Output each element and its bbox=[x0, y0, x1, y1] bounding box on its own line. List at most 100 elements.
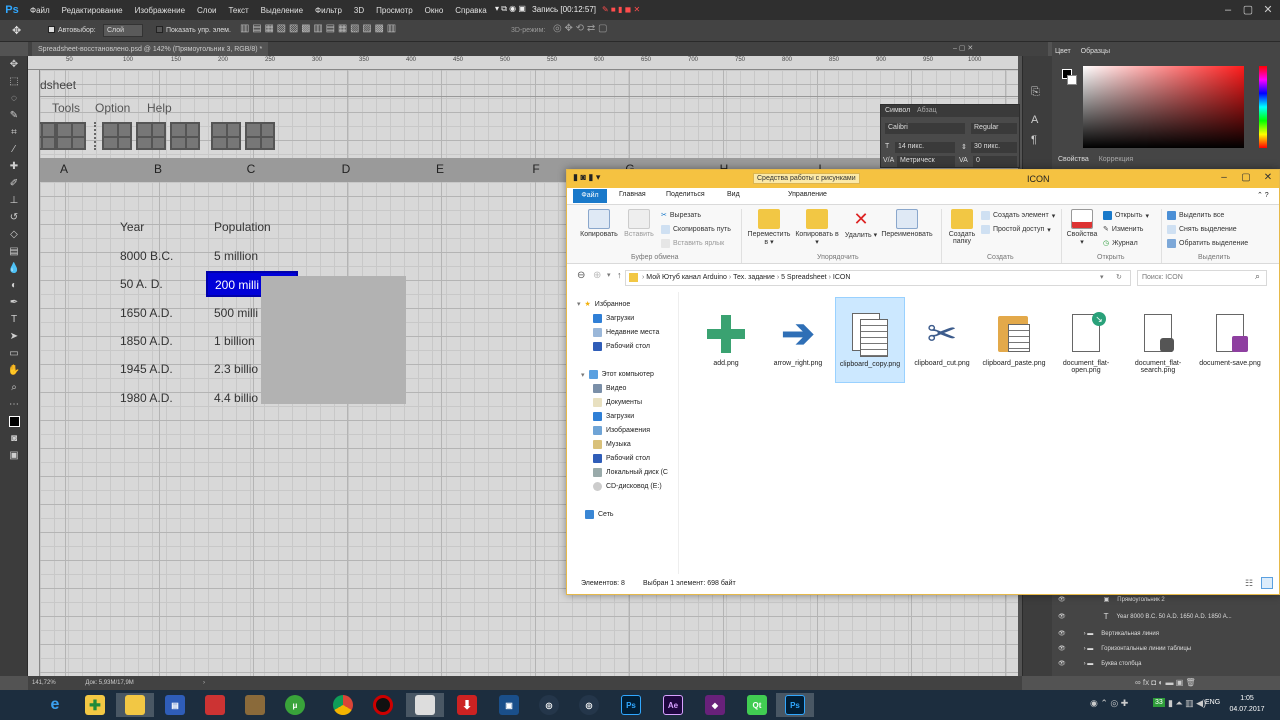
doc-window-controls-icon[interactable]: – ▢ ✕ bbox=[953, 42, 973, 56]
minimize-icon[interactable]: – bbox=[1218, 0, 1238, 20]
autoselect-checkbox[interactable] bbox=[48, 26, 55, 33]
menu-window[interactable]: Окно bbox=[419, 6, 450, 15]
color-spectrum-picker[interactable] bbox=[1083, 66, 1244, 148]
type-tool-icon[interactable]: T bbox=[0, 311, 28, 328]
nav-item[interactable]: Загрузки bbox=[593, 412, 634, 421]
layer-row[interactable]: 👁 › ▬ Горизонтальные линии таблицы bbox=[1058, 641, 1273, 656]
visibility-eye-icon[interactable]: 👁 bbox=[1058, 613, 1066, 620]
font-style-select[interactable]: Regular bbox=[971, 123, 1017, 134]
nav-favorites[interactable]: ▾ ★ Избранное bbox=[577, 300, 630, 309]
rectangle-layer-shape[interactable] bbox=[261, 276, 406, 404]
edit-button[interactable]: ✎ Изменить bbox=[1103, 225, 1143, 234]
copy-button[interactable]: Копировать bbox=[573, 209, 625, 238]
menu-help[interactable]: Справка bbox=[449, 6, 492, 15]
breadcrumb-item[interactable]: 5 Spreadsheet bbox=[781, 274, 827, 281]
screen-mode-icon[interactable]: ▣ bbox=[0, 447, 28, 464]
nav-item[interactable]: Видео bbox=[593, 384, 626, 393]
layer-row[interactable]: 👁 › ▬ Вертикальная линия bbox=[1058, 626, 1273, 641]
file-item[interactable]: add.png bbox=[691, 297, 761, 383]
nav-item[interactable]: Рабочий стол bbox=[593, 342, 650, 351]
taskbar-torrent[interactable]: μ bbox=[276, 693, 314, 717]
taskbar-virtualbox[interactable]: ▣ bbox=[490, 693, 528, 717]
nav-item[interactable]: Изображения bbox=[593, 426, 650, 435]
refresh-icon[interactable]: ↻ bbox=[1116, 271, 1122, 285]
layer-row[interactable]: 👁 T Year 8000 B.C. 50 A.D. 1650 A.D. 185… bbox=[1058, 609, 1273, 624]
menu-view[interactable]: Просмотр bbox=[370, 6, 419, 15]
pen-tool-icon[interactable]: ✒ bbox=[0, 294, 28, 311]
background-color-swatch[interactable] bbox=[1067, 75, 1077, 85]
stamp-tool-icon[interactable]: ⊥ bbox=[0, 192, 28, 209]
file-item[interactable]: ➔ arrow_right.png bbox=[763, 297, 833, 383]
move-to-button[interactable]: Переместить в ▾ bbox=[745, 209, 793, 246]
menu-select[interactable]: Выделение bbox=[255, 6, 309, 15]
file-item[interactable]: document-save.png bbox=[1195, 297, 1265, 383]
menu-file[interactable]: Файл bbox=[24, 6, 56, 15]
healing-tool-icon[interactable]: ✚ bbox=[0, 158, 28, 175]
paragraph-panel-icon[interactable]: ¶ bbox=[1031, 134, 1037, 146]
zoom-level[interactable]: 141,72% bbox=[32, 680, 56, 686]
copy-to-button[interactable]: Копировать в ▾ bbox=[793, 209, 841, 246]
taskbar-after-effects[interactable]: Ae bbox=[654, 693, 692, 717]
menu-image[interactable]: Изображение bbox=[129, 6, 191, 15]
tray-badge[interactable]: 33 bbox=[1153, 698, 1165, 707]
maximize-icon[interactable]: ▢ bbox=[1235, 170, 1257, 188]
close-icon[interactable]: ✕ bbox=[1257, 170, 1279, 188]
tab-properties[interactable]: Свойства bbox=[1058, 156, 1089, 163]
tab-view[interactable]: Вид bbox=[727, 191, 740, 198]
eraser-tool-icon[interactable]: ◇ bbox=[0, 226, 28, 243]
3d-mode-icons[interactable]: ◎ ✥ ⟲ ⇄ ▢ bbox=[553, 23, 607, 34]
taskbar-photoshop[interactable]: Ps bbox=[612, 693, 650, 717]
recent-dropdown-icon[interactable]: ▾ bbox=[607, 271, 611, 279]
search-input[interactable]: Поиск: ICON bbox=[1137, 270, 1267, 286]
taskbar-ie[interactable]: e bbox=[36, 693, 74, 717]
breadcrumb-item[interactable]: Тех. задание bbox=[733, 274, 775, 281]
taskbar-calc[interactable] bbox=[196, 693, 234, 717]
tab-paragraph[interactable]: Абзац bbox=[917, 107, 937, 114]
breadcrumb-item[interactable]: ICON bbox=[833, 274, 851, 281]
properties-button[interactable]: Свойства ▾ bbox=[1065, 209, 1099, 246]
select-all-button[interactable]: Выделить все bbox=[1167, 211, 1224, 220]
paste-button[interactable]: Вставить bbox=[623, 209, 655, 238]
layer-row[interactable]: 👁 › ▬ Буква столбца bbox=[1058, 656, 1273, 671]
forward-icon[interactable]: ⊕ bbox=[593, 270, 601, 281]
new-folder-button[interactable]: Создать папку bbox=[945, 209, 979, 245]
taskbar-qt[interactable]: Qt bbox=[738, 693, 776, 717]
tab-swatches[interactable]: Образцы bbox=[1081, 48, 1110, 55]
tab-file[interactable]: Файл bbox=[573, 189, 607, 203]
select-none-button[interactable]: Снять выделение bbox=[1167, 225, 1237, 234]
menu-3d[interactable]: 3D bbox=[348, 6, 370, 15]
minimize-icon[interactable]: – bbox=[1213, 170, 1235, 188]
tab-adjustments[interactable]: Коррекция bbox=[1099, 156, 1133, 163]
search-icon[interactable]: ⌕ bbox=[1255, 271, 1260, 282]
nav-item[interactable]: Загрузки bbox=[593, 314, 634, 323]
close-icon[interactable]: ✕ bbox=[1258, 0, 1278, 20]
taskbar-visual-studio[interactable]: ◆ bbox=[696, 693, 734, 717]
paste-shortcut-button[interactable]: Вставить ярлык bbox=[661, 239, 724, 248]
menu-type[interactable]: Текст bbox=[222, 6, 254, 15]
nav-item[interactable]: Локальный диск (C bbox=[593, 468, 668, 477]
taskbar-explorer[interactable] bbox=[116, 693, 154, 717]
large-icons-view-icon[interactable] bbox=[1261, 577, 1273, 589]
nav-network[interactable]: Сеть bbox=[585, 510, 614, 519]
more-tools-icon[interactable]: ⋯ bbox=[0, 396, 28, 413]
marquee-tool-icon[interactable]: ⬚ bbox=[0, 73, 28, 90]
hue-slider[interactable] bbox=[1259, 66, 1267, 148]
align-icons[interactable]: ▥ ▤ ▦ ▧ ▨ ▩ ▥ ▤ ▦ ▧ ▨ ▩ ▥ bbox=[240, 23, 396, 34]
tab-manage[interactable]: Управление bbox=[788, 191, 827, 198]
move-tool-icon[interactable]: ✥ bbox=[0, 56, 28, 73]
font-family-select[interactable]: Calibri bbox=[885, 123, 965, 134]
nav-this-pc[interactable]: ▾ Этот компьютер bbox=[581, 370, 654, 379]
recorder-controls-icon[interactable]: ✎ ■ ▮ ◼ ✕ bbox=[602, 5, 640, 14]
easy-access-button[interactable]: Простой доступ ▾ bbox=[981, 225, 1051, 234]
crop-tool-icon[interactable]: ⌗ bbox=[0, 124, 28, 141]
record-pause-icon[interactable]: ▾ ⧉ ◉ ▣ bbox=[495, 4, 526, 14]
file-item[interactable]: ✂ clipboard_cut.png bbox=[907, 297, 977, 383]
new-item-button[interactable]: Создать элемент ▾ bbox=[981, 211, 1055, 220]
status-arrow-icon[interactable]: › bbox=[203, 676, 205, 690]
zoom-tool-icon[interactable]: ⌕ bbox=[0, 379, 28, 396]
visibility-eye-icon[interactable]: 👁 bbox=[1058, 660, 1066, 667]
back-icon[interactable]: ⊖ bbox=[577, 270, 585, 281]
quick-access-icons[interactable]: ▮ ◙ ▮ ▾ bbox=[573, 172, 600, 183]
dodge-tool-icon[interactable]: ◐ bbox=[0, 277, 28, 294]
taskbar-tool[interactable] bbox=[236, 693, 274, 717]
